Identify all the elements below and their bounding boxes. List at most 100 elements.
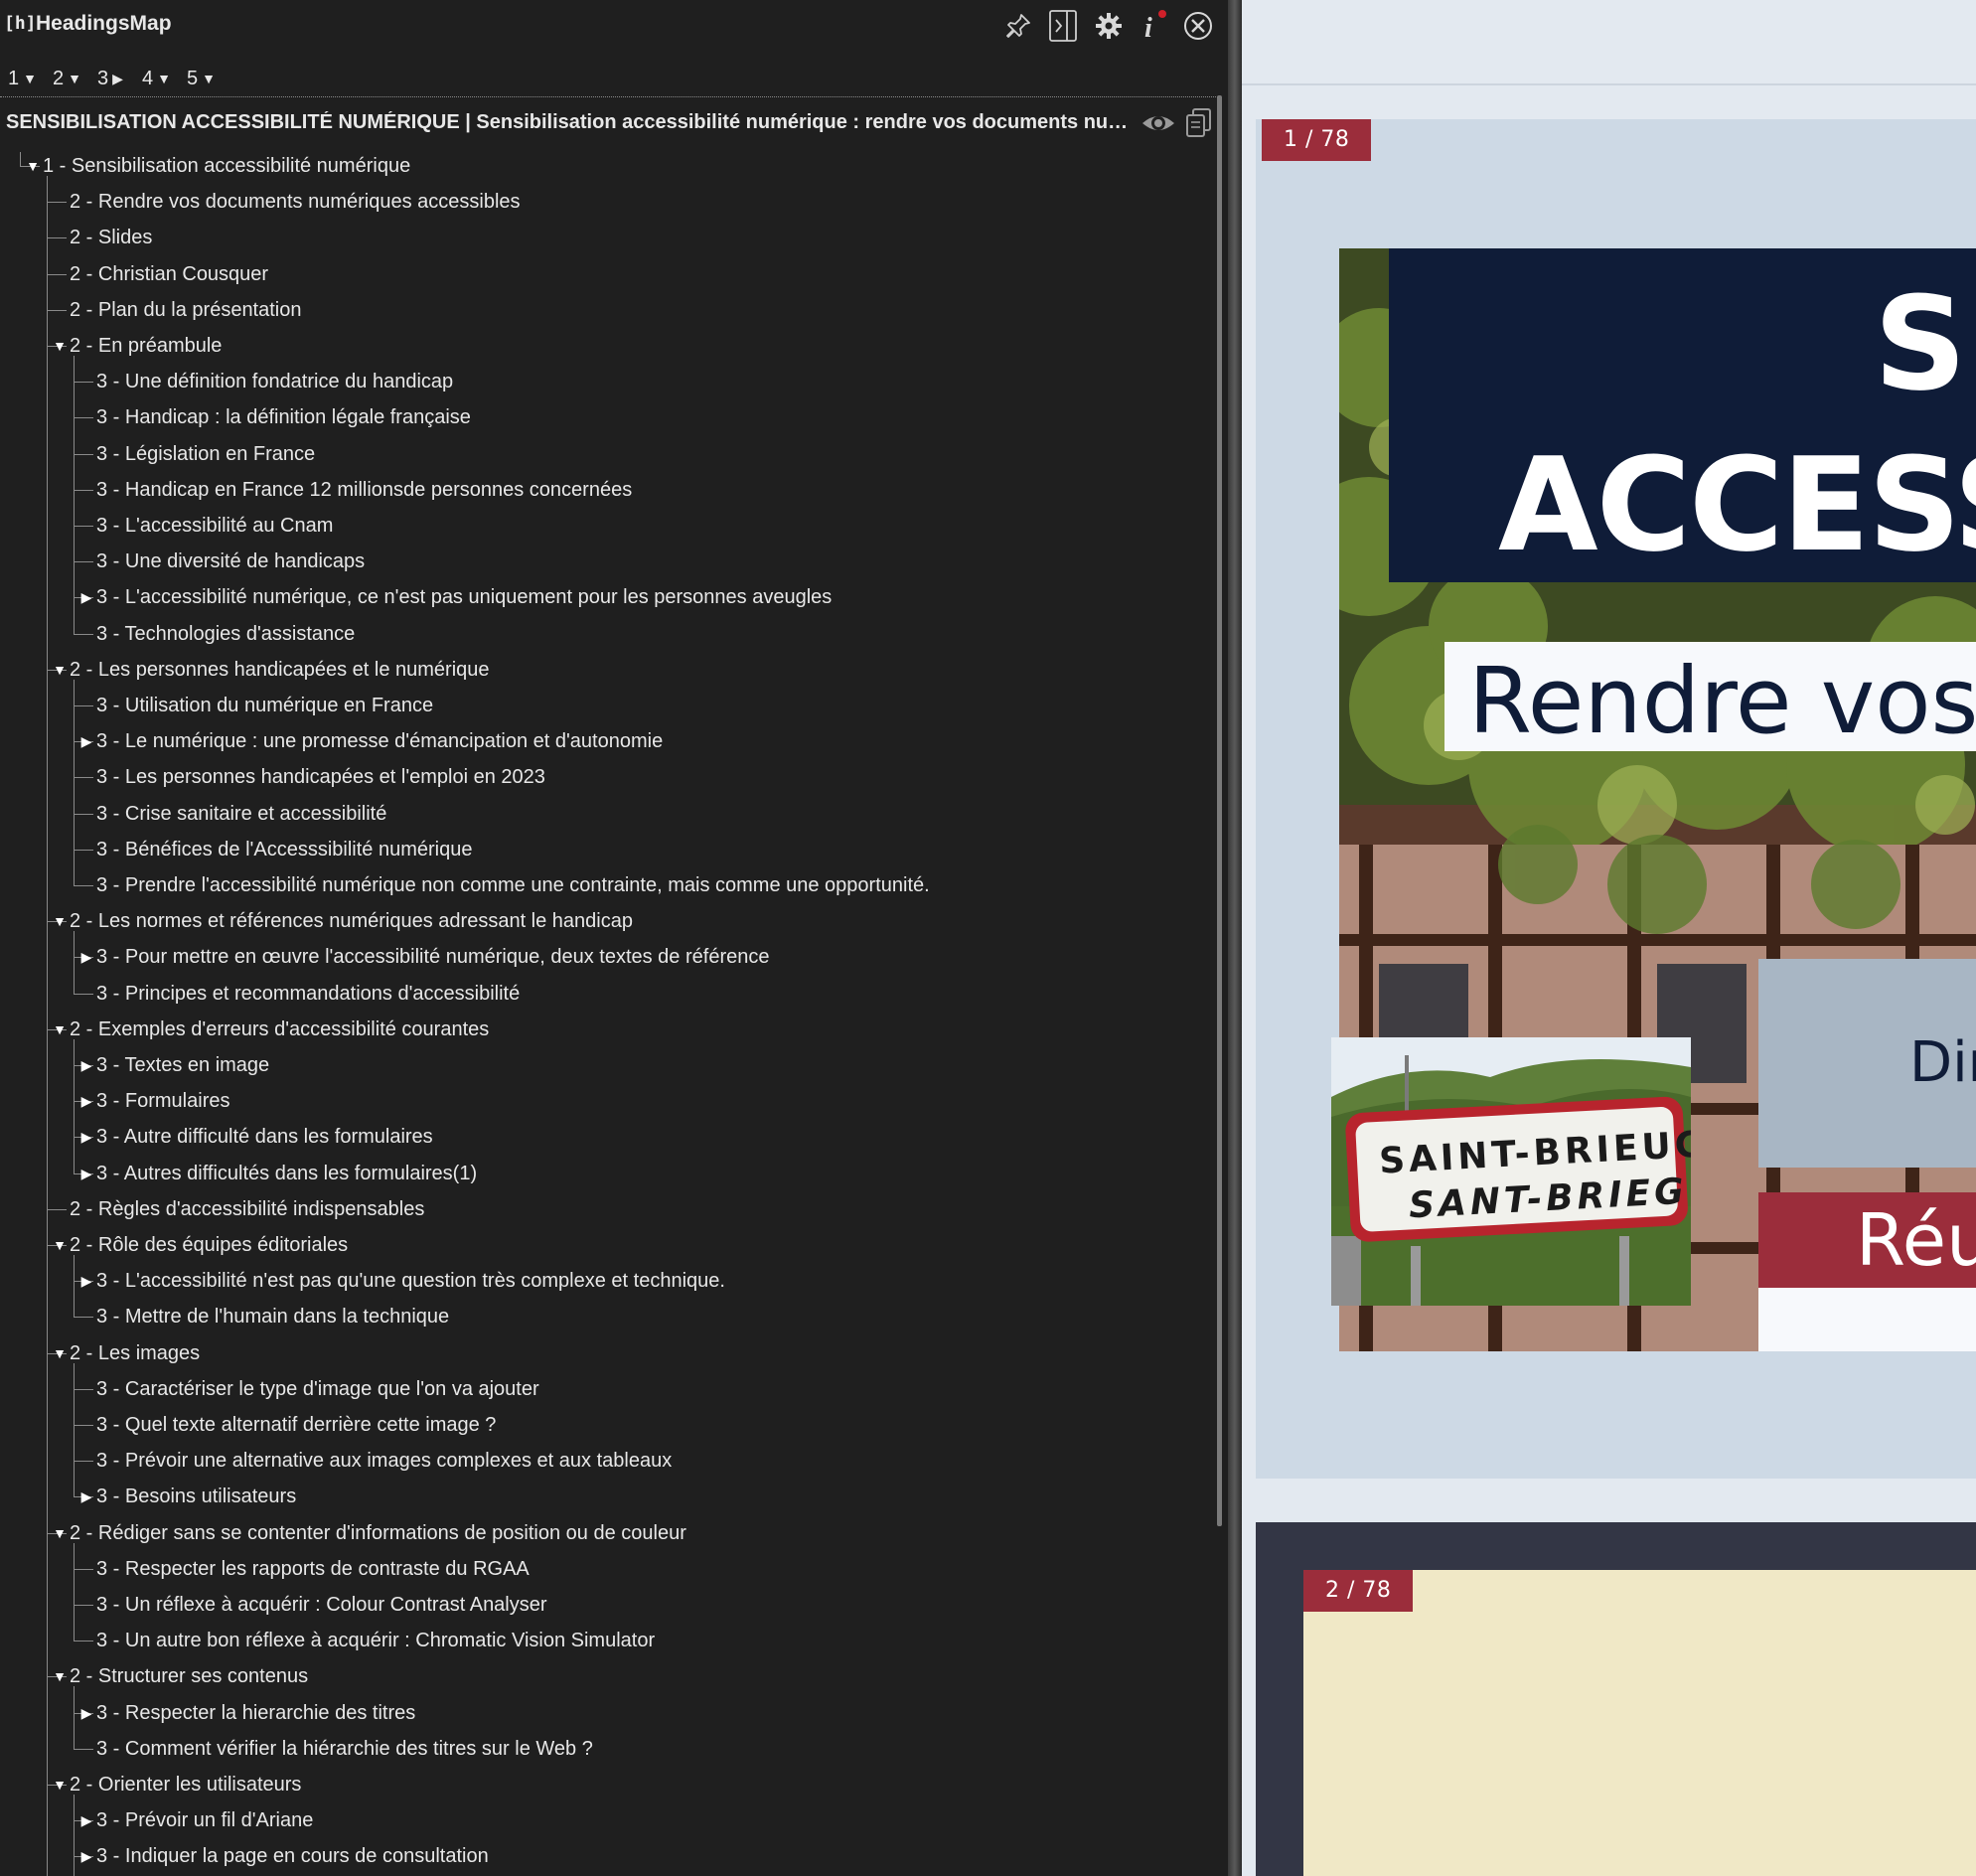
subtitle-banner: Rendre vos bbox=[1444, 642, 1976, 751]
chevron-down-icon[interactable]: ▼ bbox=[50, 653, 70, 687]
heading-item-level-2[interactable]: 2 - Christian Cousquer bbox=[70, 257, 268, 291]
chevron-right-icon[interactable]: ▶ bbox=[76, 1264, 96, 1298]
chevron-right-icon[interactable]: ▶ bbox=[76, 1839, 96, 1873]
heading-label: 3 - Quel texte alternatif derrière cette… bbox=[96, 1414, 497, 1436]
heading-label: 3 - Une diversité de handicaps bbox=[96, 550, 366, 572]
town-sign-photo: SAINT-BRIEUC SANT-BRIEG bbox=[1331, 1037, 1691, 1306]
heading-item-level-2[interactable]: 2 - Les images bbox=[70, 1336, 200, 1370]
heading-item-level-2[interactable]: 2 - Plan du la présentation bbox=[70, 293, 302, 327]
heading-label: 2 - Rédiger sans se contenter d'informat… bbox=[70, 1522, 686, 1544]
heading-item-level-2[interactable]: 2 - Rendre vos documents numériques acce… bbox=[70, 185, 521, 219]
panel-resize-handle[interactable] bbox=[1228, 0, 1242, 1876]
tree-connector bbox=[74, 850, 93, 851]
chevron-right-icon[interactable]: ▶ bbox=[76, 1696, 96, 1730]
tree-connector bbox=[74, 814, 93, 815]
heading-item-level-3[interactable]: 3 - Indiquer la page en cours de consult… bbox=[96, 1839, 489, 1873]
heading-item-level-3[interactable]: 3 - Prendre l'accessibilité numérique no… bbox=[96, 868, 930, 902]
heading-item-level-3[interactable]: 3 - Une définition fondatrice du handica… bbox=[96, 365, 453, 398]
chevron-right-icon[interactable]: ▶ bbox=[76, 1048, 96, 1082]
heading-item-level-3[interactable]: 3 - Crise sanitaire et accessibilité bbox=[96, 797, 386, 831]
heading-label: 3 - Une définition fondatrice du handica… bbox=[96, 371, 454, 392]
chevron-right-icon[interactable]: ▶ bbox=[76, 580, 96, 614]
headings-tree: 1 - Sensibilisation accessibilité numéri… bbox=[0, 0, 1218, 1876]
heading-item-level-3[interactable]: 3 - Handicap en France 12 millionsde per… bbox=[96, 473, 632, 507]
heading-item-level-2[interactable]: 2 - Exemples d'erreurs d'accessibilité c… bbox=[70, 1013, 489, 1046]
heading-item-level-3[interactable]: 3 - Formulaires bbox=[96, 1084, 229, 1118]
page-badge: 2 / 78 bbox=[1303, 1570, 1414, 1612]
heading-item-level-3[interactable]: 3 - Mettre de l'humain dans la technique bbox=[96, 1300, 449, 1333]
chevron-down-icon[interactable]: ▼ bbox=[50, 1336, 70, 1370]
heading-label: 3 - Pour mettre en œuvre l'accessibilité… bbox=[96, 946, 770, 968]
heading-item-level-3[interactable]: 3 - Respecter les rapports de contraste … bbox=[96, 1552, 530, 1586]
chevron-right-icon[interactable]: ▶ bbox=[76, 1157, 96, 1190]
heading-item-level-3[interactable]: 3 - Bénéfices de l'Accesssibilité numéri… bbox=[96, 833, 472, 866]
heading-item-level-2[interactable]: 2 - Rôle des équipes éditoriales bbox=[70, 1228, 348, 1262]
tree-connector bbox=[74, 680, 75, 885]
heading-item-level-2[interactable]: 2 - Règles d'accessibilité indispensable… bbox=[70, 1192, 424, 1226]
chevron-down-icon[interactable]: ▼ bbox=[50, 329, 70, 363]
chevron-right-icon[interactable]: ▶ bbox=[76, 1084, 96, 1118]
tree-connector bbox=[74, 1749, 93, 1750]
heading-item-level-3[interactable]: 3 - L'accessibilité au Cnam bbox=[96, 509, 333, 543]
heading-item-level-3[interactable]: 3 - Technologies d'assistance bbox=[96, 617, 355, 651]
slide-subtitle: Rendre vos bbox=[1468, 648, 1976, 751]
chevron-right-icon[interactable]: ▶ bbox=[76, 1803, 96, 1837]
heading-item-level-3[interactable]: 3 - Prévoir une alternative aux images c… bbox=[96, 1444, 672, 1478]
heading-item-level-3[interactable]: 3 - Les personnes handicapées et l'emplo… bbox=[96, 760, 545, 794]
heading-item-level-3[interactable]: 3 - Autre difficulté dans les formulaire… bbox=[96, 1120, 433, 1154]
slide-title-line2: ACCESS bbox=[1498, 429, 1976, 580]
heading-label: 3 - Prendre l'accessibilité numérique no… bbox=[96, 874, 930, 896]
heading-item-level-3[interactable]: 3 - Caractériser le type d'image que l'o… bbox=[96, 1372, 539, 1406]
heading-item-level-3[interactable]: 3 - Un réflexe à acquérir : Colour Contr… bbox=[96, 1588, 547, 1622]
grey-box-text: Dir bbox=[1909, 1030, 1976, 1095]
chevron-down-icon[interactable]: ▼ bbox=[50, 1516, 70, 1550]
heading-item-level-2[interactable]: 2 - Structurer ses contenus bbox=[70, 1659, 308, 1693]
heading-item-level-2[interactable]: 2 - En préambule bbox=[70, 329, 222, 363]
heading-item-level-3[interactable]: 3 - Le numérique : une promesse d'émanci… bbox=[96, 724, 663, 758]
slide-2: 2 / 78 bbox=[1303, 1570, 1976, 1876]
heading-item-level-3[interactable]: 3 - Quel texte alternatif derrière cette… bbox=[96, 1408, 496, 1442]
heading-item-level-2[interactable]: 2 - Orienter les utilisateurs bbox=[70, 1768, 301, 1801]
heading-item-level-3[interactable]: 3 - Comment vérifier la hiérarchie des t… bbox=[96, 1732, 593, 1766]
tree-connector bbox=[74, 526, 93, 527]
chevron-down-icon[interactable]: ▼ bbox=[50, 1228, 70, 1262]
heading-item-level-3[interactable]: 3 - Handicap : la définition légale fran… bbox=[96, 400, 471, 434]
heading-label: 2 - En préambule bbox=[70, 335, 223, 357]
heading-item-level-3[interactable]: 3 - Un autre bon réflexe à acquérir : Ch… bbox=[96, 1624, 655, 1657]
heading-item-level-3[interactable]: 3 - Législation en France bbox=[96, 437, 315, 471]
heading-item-level-2[interactable]: 2 - Slides bbox=[70, 221, 152, 254]
heading-item-level-2[interactable]: 2 - Les personnes handicapées et le numé… bbox=[70, 653, 490, 687]
tree-connector bbox=[74, 885, 93, 886]
heading-item-level-3[interactable]: 3 - L'accessibilité n'est pas qu'une que… bbox=[96, 1264, 725, 1298]
heading-item-level-3[interactable]: 3 - Une diversité de handicaps bbox=[96, 545, 365, 578]
chevron-down-icon[interactable]: ▼ bbox=[50, 1013, 70, 1046]
heading-item-level-3[interactable]: 3 - Prévoir un fil d'Ariane bbox=[96, 1803, 313, 1837]
chevron-right-icon[interactable]: ▶ bbox=[76, 1120, 96, 1154]
heading-item-level-3[interactable]: 3 - Utilisation du numérique en France bbox=[96, 689, 433, 722]
heading-item-level-3[interactable]: 3 - Textes en image bbox=[96, 1048, 269, 1082]
heading-label: 3 - Législation en France bbox=[96, 443, 316, 465]
heading-item-level-2[interactable]: 2 - Les normes et références numériques … bbox=[70, 904, 633, 938]
heading-label: 3 - Principes et recommandations d'acces… bbox=[96, 983, 521, 1005]
heading-item-level-3[interactable]: 3 - Autres difficultés dans les formulai… bbox=[96, 1157, 477, 1190]
heading-label: 3 - Autres difficultés dans les formulai… bbox=[96, 1163, 478, 1184]
heading-item-level-2[interactable]: 2 - Rédiger sans se contenter d'informat… bbox=[70, 1516, 686, 1550]
chevron-down-icon[interactable]: ▼ bbox=[23, 149, 43, 183]
pale-box bbox=[1758, 1288, 1976, 1351]
tree-connector bbox=[74, 1795, 75, 1876]
chevron-down-icon[interactable]: ▼ bbox=[50, 1768, 70, 1801]
heading-item-level-3[interactable]: 3 - Pour mettre en œuvre l'accessibilité… bbox=[96, 940, 769, 974]
chevron-down-icon[interactable]: ▼ bbox=[50, 904, 70, 938]
heading-item-level-3[interactable]: 3 - Respecter la hierarchie des titres bbox=[96, 1696, 415, 1730]
heading-item-level-1[interactable]: 1 - Sensibilisation accessibilité numéri… bbox=[43, 149, 410, 183]
chevron-down-icon[interactable]: ▼ bbox=[50, 1659, 70, 1693]
panel-scrollbar[interactable] bbox=[1217, 95, 1222, 1526]
heading-item-level-3[interactable]: 3 - Principes et recommandations d'acces… bbox=[96, 977, 520, 1011]
heading-item-level-3[interactable]: 3 - Besoins utilisateurs bbox=[96, 1480, 296, 1513]
heading-item-level-3[interactable]: 3 - L'accessibilité numérique, ce n'est … bbox=[96, 580, 832, 614]
chevron-right-icon[interactable]: ▶ bbox=[76, 940, 96, 974]
tree-connector bbox=[74, 1461, 93, 1462]
chevron-right-icon[interactable]: ▶ bbox=[76, 1480, 96, 1513]
heading-label: 3 - L'accessibilité au Cnam bbox=[96, 515, 334, 537]
chevron-right-icon[interactable]: ▶ bbox=[76, 724, 96, 758]
